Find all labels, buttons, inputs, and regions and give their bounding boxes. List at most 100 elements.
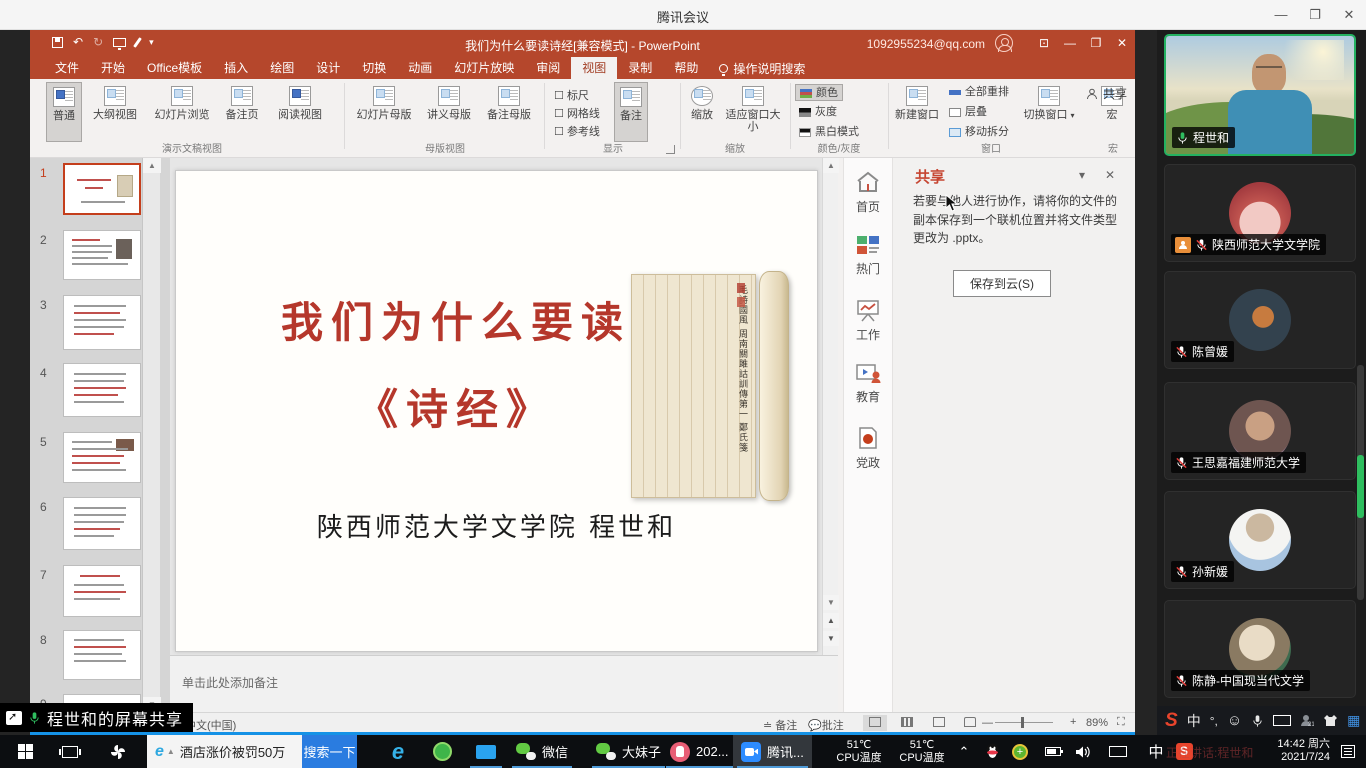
zoom-percent[interactable]: 89% [1086,717,1108,729]
pane-item-home[interactable]: 首页 [844,170,892,215]
tab-insert[interactable]: 插入 [213,57,259,79]
display-app-button[interactable] [466,735,506,768]
account-21-icon[interactable]: 21 [1300,714,1314,727]
zoom-slider-thumb[interactable] [1021,717,1024,728]
participant-tile-video[interactable]: 程世和 [1164,34,1356,156]
touch-keyboard-tray-icon[interactable] [1104,735,1132,768]
zoom-in-icon[interactable]: + [1070,716,1076,728]
tab-home[interactable]: 开始 [90,57,136,79]
tab-help[interactable]: 帮助 [663,57,709,79]
tab-draw[interactable]: 绘图 [259,57,305,79]
ruler-checkbox[interactable]: ☐ 标尺 [554,87,589,103]
zoom-out-icon[interactable]: — [982,717,993,729]
input-mode-chinese-icon[interactable]: 中 [1187,711,1201,731]
participant-tile[interactable]: 陕西师范大学文学院 [1164,164,1356,262]
arrange-all-button[interactable]: 全部重排 [945,84,1013,101]
tab-transitions[interactable]: 切换 [351,57,397,79]
ime-mode-indicator[interactable]: 中 [1144,735,1168,768]
participant-tile[interactable]: 陈曾媛 [1164,271,1356,369]
gridlines-checkbox[interactable]: ☐ 网格线 [554,105,600,121]
redo-icon[interactable]: ↻ [93,35,103,49]
meeting-maximize-button[interactable]: ❐ [1298,0,1332,30]
new-window-button[interactable]: 新建窗口 [893,82,941,142]
cascade-button[interactable]: 层叠 [945,104,991,121]
fit-to-window-button[interactable]: 适应窗口大小 [724,82,782,142]
ribbon-display-options-icon[interactable]: ⊡ [1031,30,1057,57]
handout-master-button[interactable]: 讲义母版 [420,82,478,142]
participant-tile[interactable]: 陈静-中国现当代文学 [1164,600,1356,698]
meeting-close-button[interactable]: ✕ [1332,0,1366,30]
soft-keyboard-icon[interactable] [1273,715,1291,726]
color-button[interactable]: 颜色 [795,84,843,101]
normal-view-button[interactable]: 普通 [46,82,82,142]
notes-page-button[interactable]: 备注页 [218,82,266,142]
save-to-cloud-button[interactable]: 保存到云(S) [953,270,1051,297]
move-split-button[interactable]: 移动拆分 [945,124,1013,141]
pane-close-icon[interactable]: ✕ [1105,168,1115,182]
ppt-share-button[interactable]: 共享 [1086,85,1127,102]
wechat-button[interactable]: 微信 [508,735,576,768]
zoom-slider[interactable] [995,722,1053,723]
qq-tray-icon[interactable] [980,735,1004,768]
grayscale-button[interactable]: 灰度 [795,104,841,121]
slide-thumbnail-2[interactable] [63,230,141,280]
volume-tray-icon[interactable] [1070,735,1096,768]
show-dialog-launcher-icon[interactable] [666,145,675,154]
reading-view-button[interactable]: 阅读视图 [268,82,332,142]
tab-record[interactable]: 录制 [617,57,663,79]
search-input[interactable]: 酒店涨价被罚50万 [180,742,285,761]
cpu-widget-2[interactable]: 51℃CPU温度 [893,735,951,768]
pinwheel-app-button[interactable] [98,735,138,768]
black-white-button[interactable]: 黑白模式 [795,124,863,141]
save-icon[interactable] [52,37,63,48]
participant-tile[interactable]: 王思嘉福建师范大学 [1164,382,1356,480]
browser-360-button[interactable] [422,735,462,768]
scroll-up-icon[interactable]: ▲ [823,158,839,173]
tab-file[interactable]: 文件 [44,57,90,79]
punctuation-icon[interactable]: °, [1210,714,1218,728]
tab-slideshow[interactable]: 幻灯片放映 [443,57,525,79]
account-email[interactable]: 1092955234@qq.com [867,37,985,51]
voice-input-icon[interactable] [1251,714,1264,728]
notes-pane[interactable]: 单击此处添加备注 [170,655,838,712]
task-view-button[interactable] [52,735,88,768]
battery-tray-icon[interactable] [1040,735,1066,768]
guides-checkbox[interactable]: ☐ 参考线 [554,123,600,139]
sogou-logo-icon[interactable]: S [1165,710,1178,732]
antivirus-tray-icon[interactable]: + [1008,735,1032,768]
sidebar-scrollbar-thumb[interactable] [1357,455,1364,518]
emoji-icon[interactable]: ☺ [1227,712,1242,729]
pane-item-hot[interactable]: 热门 [844,234,892,277]
account-avatar-icon[interactable] [995,34,1013,52]
undo-icon[interactable]: ↶ [73,35,83,49]
scroll-down-icon[interactable]: ▼ [823,595,839,610]
status-normal-view-button[interactable] [863,715,887,731]
skin-shirt-icon[interactable] [1323,714,1338,727]
taskbar-clock[interactable]: 14:42 周六 2021/7/24 [1277,738,1330,764]
tray-expand-button[interactable]: ⌃ [952,735,976,768]
slide-thumbnail-1[interactable] [63,163,141,215]
switch-windows-button[interactable]: 切换窗口 ▾ [1021,82,1077,142]
start-button[interactable] [8,735,42,768]
tell-me-search[interactable]: 操作说明搜索 [709,57,815,79]
pane-item-party[interactable]: 党政 [844,426,892,471]
zoom-button[interactable]: 缩放 [684,82,720,142]
status-comments-button[interactable]: 💬批注 [808,717,844,733]
slide-master-button[interactable]: 幻灯片母版 [350,82,418,142]
action-center-button[interactable] [1334,735,1362,768]
wechat-window-button[interactable]: 大妹子 [588,735,669,768]
status-slideshow-button[interactable] [958,715,982,731]
previous-slide-icon[interactable]: ▲ [823,613,839,628]
outline-view-button[interactable]: 大纲视图 [84,82,146,142]
participant-tile[interactable]: 孙新媛 [1164,491,1356,589]
next-slide-icon[interactable]: ▼ [823,631,839,646]
slide-thumbnail-3[interactable] [63,295,141,350]
tab-design[interactable]: 设计 [305,57,351,79]
status-notes-button[interactable]: ≐ 备注 [763,717,797,733]
tab-view[interactable]: 视图 [571,57,617,79]
search-go-button[interactable]: 搜索一下 [302,735,357,768]
meeting-minimize-button[interactable]: — [1264,0,1298,30]
toolbox-grid-icon[interactable]: ▦ [1347,712,1360,729]
canvas-scrollbar[interactable]: ▲ ▼ ▲ ▼ [822,158,838,655]
cpu-widget-1[interactable]: 51℃CPU温度 [828,735,890,768]
